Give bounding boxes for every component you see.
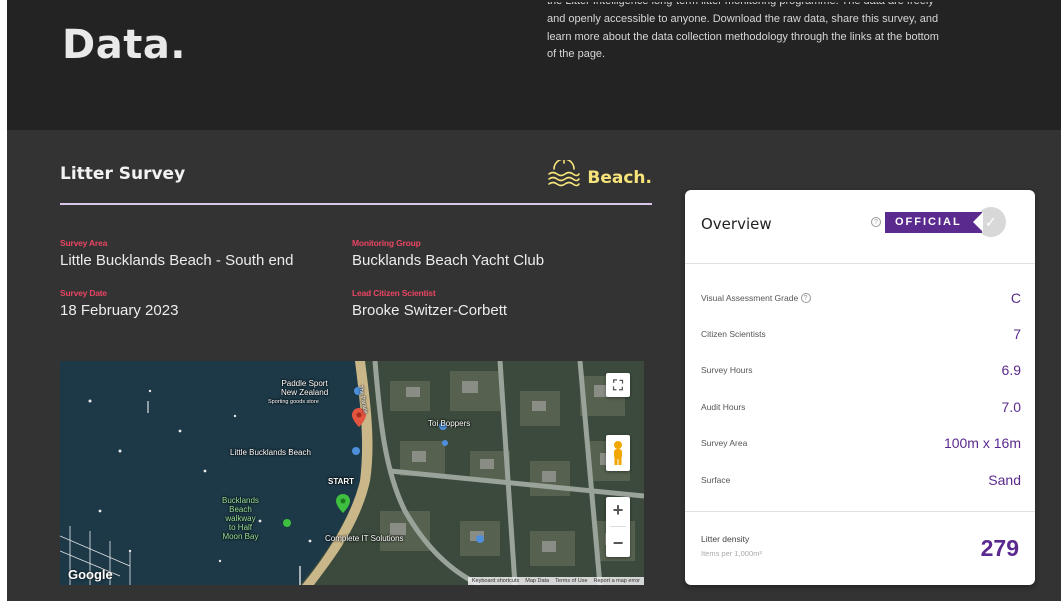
field-key: Lead Citizen Scientist: [352, 288, 436, 298]
survey-type-label: Beach.: [587, 167, 652, 188]
fullscreen-button[interactable]: ⛶: [606, 373, 630, 397]
hero-intro-line: and openly accessible to anyone. Downloa…: [547, 13, 939, 25]
stat-label: Audit Hours: [701, 402, 746, 412]
report-error-link[interactable]: Report a map error: [594, 578, 640, 584]
stat-value: 7.0: [1001, 399, 1021, 415]
map-label-walkway: Bucklands Beach walkway to Half Moon Bay: [222, 496, 259, 541]
waves-icon: [547, 158, 581, 195]
stat-label: Surface: [701, 475, 731, 485]
stat-label: Visual Assessment Grade ?: [701, 293, 811, 304]
field-key: Monitoring Group: [352, 238, 421, 248]
density-value: 279: [980, 535, 1019, 561]
density-unit: Items per 1,000m²: [701, 549, 762, 558]
stat-citizen-scientists: Citizen Scientists 7: [701, 324, 1021, 344]
stat-survey-hours: Survey Hours 6.9: [701, 360, 1021, 380]
zoom-controls: + −: [606, 497, 630, 557]
overview-card: Overview ? OFFICIAL ✓ Visual Assessment …: [685, 190, 1035, 585]
map-footer: Keyboard shortcuts Map Data Terms of Use…: [467, 577, 644, 585]
field-key: Survey Date: [60, 288, 107, 298]
page: Data. the Litter Intelligence long-term …: [0, 0, 1061, 601]
pegman-icon: [614, 441, 622, 465]
satellite-map-image: [60, 361, 644, 585]
stat-label: Citizen Scientists: [701, 329, 766, 339]
density-label: Litter density: [701, 534, 750, 544]
field-lead-citizen-scientist: Lead Citizen Scientist Brooke Switzer-Co…: [352, 288, 507, 319]
survey-type: Beach.: [547, 158, 652, 195]
map-label-complete-it: Complete IT Solutions: [325, 534, 404, 543]
hero-intro-line: of the page.: [547, 48, 606, 60]
field-value: Little Bucklands Beach - South end: [60, 252, 294, 269]
field-monitoring-group: Monitoring Group Bucklands Beach Yacht C…: [352, 238, 544, 269]
field-value: Bucklands Beach Yacht Club: [352, 252, 545, 269]
stat-value: Sand: [988, 472, 1021, 488]
zoom-in-button[interactable]: +: [613, 500, 624, 521]
street-view-pegman-button[interactable]: [606, 435, 630, 471]
field-survey-area: Survey Area Little Bucklands Beach - Sou…: [60, 238, 293, 269]
field-survey-date: Survey Date 18 February 2023: [60, 288, 178, 319]
survey-map[interactable]: Paddle Sport New Zealand Sporting goods s…: [60, 361, 644, 585]
map-data-link[interactable]: Map Data: [525, 578, 549, 584]
hero-section: Data. the Litter Intelligence long-term …: [7, 0, 1061, 130]
hero-intro: the Litter Intelligence long-term litter…: [547, 2, 1047, 64]
overview-header: Overview ? OFFICIAL ✓: [685, 190, 1035, 264]
official-badge: OFFICIAL: [885, 211, 983, 233]
zoom-out-button[interactable]: −: [613, 533, 624, 554]
map-label-toi: Toi Boppers: [428, 419, 471, 428]
survey-title: Litter Survey: [60, 164, 186, 184]
hero-intro-line: learn more about the data collection met…: [547, 30, 939, 43]
field-key: Survey Area: [60, 238, 108, 248]
map-label-paddle-sub: Sporting goods store: [268, 399, 319, 405]
keyboard-shortcuts-link[interactable]: Keyboard shortcuts: [472, 578, 519, 584]
map-label-paddle: Paddle Sport New Zealand: [281, 379, 329, 397]
field-value: 18 February 2023: [60, 302, 179, 319]
stat-value: 100m x 16m: [943, 435, 1021, 451]
stat-value: 7: [1013, 326, 1021, 342]
map-label-little-beach: Little Bucklands Beach: [230, 448, 311, 457]
help-icon[interactable]: ?: [871, 217, 881, 227]
terms-link[interactable]: Terms of Use: [555, 578, 587, 584]
stat-label: Survey Hours: [701, 365, 753, 375]
fullscreen-icon: ⛶: [613, 376, 623, 393]
stat-value: C: [1010, 290, 1021, 306]
stat-value: 6.9: [1001, 362, 1021, 378]
stat-surface: Surface Sand: [701, 470, 1021, 490]
overview-title: Overview: [701, 215, 772, 233]
hero-intro-line-cut: the Litter Intelligence long-term litter…: [547, 2, 1047, 11]
map-label-start: START: [328, 477, 355, 486]
stat-survey-area: Survey Area 100m x 16m: [701, 433, 1021, 453]
stat-audit-hours: Audit Hours 7.0: [701, 397, 1021, 417]
google-logo[interactable]: Google: [68, 567, 113, 582]
help-icon[interactable]: ?: [800, 293, 811, 304]
field-value: Brooke Switzer-Corbett: [352, 302, 508, 319]
stat-visual-grade: Visual Assessment Grade ? C: [701, 288, 1021, 308]
official-badge-group: ? OFFICIAL ✓: [871, 207, 1006, 237]
survey-header: Litter Survey Beach.: [60, 158, 652, 205]
stat-label: Survey Area: [701, 438, 748, 448]
hero-title: Data.: [62, 22, 187, 68]
litter-density: Litter density Items per 1,000m² 279: [685, 511, 1035, 585]
